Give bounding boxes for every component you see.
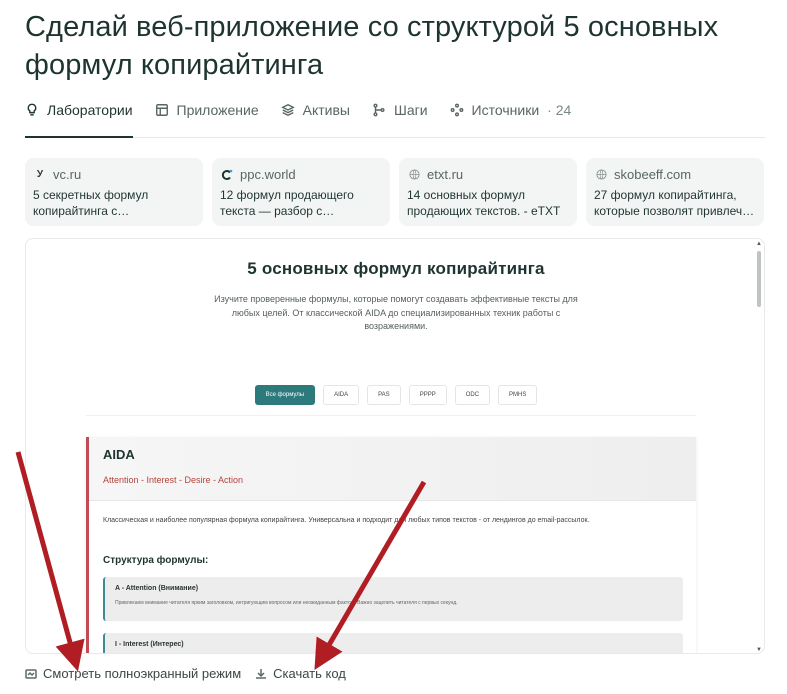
source-site: etxt.ru [427,167,464,182]
bottom-actions: Смотреть полноэкранный режим Скачать код [25,666,346,681]
fullscreen-button[interactable]: Смотреть полноэкранный режим [25,666,241,681]
app-window-icon [155,104,168,116]
preview-subtitle: Изучите проверенные формулы, которые пом… [214,294,578,331]
source-title: 12 формул продающего текста — разбор с… [220,188,354,218]
lightbulb-icon [27,103,37,116]
scroll-up-icon[interactable]: ▲ [756,241,762,247]
formula-card-aida: AIDA Attention - Interest - Desire - Act… [86,437,696,653]
download-label: Скачать код [273,666,346,681]
steps-icon [373,103,385,117]
sources-icon [450,103,463,117]
download-icon [256,668,267,679]
source-title: 14 основных формул продающих текстов. - … [407,188,561,218]
download-code-button[interactable]: Скачать код [255,666,346,681]
source-site: skobeeff.com [614,167,692,182]
vc-logo-icon: У [36,169,44,180]
formula-card-header: AIDA Attention - Interest - Desire - Act… [89,437,696,501]
tab-bar: Лаборатории Приложение Активы Шаги Источ… [25,92,765,138]
globe-icon [407,168,421,182]
source-title: 5 секретных формул копирайтинга с пример… [33,188,149,218]
preview-scrollbar[interactable]: ▲ ▼ [756,241,762,653]
tab-label: Лаборатории [47,102,133,118]
tab-labs[interactable]: Лаборатории [25,92,133,138]
page-title: Сделай веб-приложение со структурой 5 ос… [25,11,719,81]
filter-aida-button[interactable]: AIDA [323,385,360,405]
source-card[interactable]: etxt.ru 14 основных формул продающих тек… [399,158,577,226]
source-card[interactable]: ppc.world 12 формул продающего текста — … [212,158,390,226]
formula-name: AIDA [103,447,135,462]
filter-pmhs-button[interactable]: PMHS [498,385,538,405]
formula-description: Классическая и наиболее популярная форму… [103,517,590,524]
tab-sources[interactable]: Источники · 24 [450,92,572,128]
formula-step: A - Attention (Внимание) Привлекаем вним… [103,577,683,621]
filter-pppp-button[interactable]: PPPP [408,385,447,405]
tab-label: Приложение [176,102,259,118]
fullscreen-icon [25,668,37,679]
filter-odc-button[interactable]: ODC [454,385,491,405]
sources-row: У vc.ru 5 секретных формул копирайтинга … [25,158,765,226]
source-title: 27 формул копирайтинга, которые позволят… [594,188,755,218]
formula-step: I - Interest (Интерес) [103,633,683,653]
step-text: Привлекаем внимание читателя ярким загол… [115,600,458,606]
formula-filters: Все формулы AIDA PAS PPPP ODC PMHS [26,385,764,405]
tab-app[interactable]: Приложение [155,92,259,128]
step-title: I - Interest (Интерес) [115,641,184,648]
app-preview-frame[interactable]: ▲ ▼ 5 основных формул копирайтинга Изучи… [25,238,765,654]
layers-icon [280,103,295,117]
ppc-logo-icon [220,168,234,182]
tab-label: Шаги [394,102,428,118]
preview-title: 5 основных формул копирайтинга [247,259,545,278]
sources-count: · 24 [547,102,572,118]
tab-label: Источники [471,102,540,118]
fullscreen-label: Смотреть полноэкранный режим [43,666,242,681]
globe-icon [594,168,608,182]
divider [86,415,696,416]
source-site: ppc.world [240,167,296,182]
source-card[interactable]: skobeeff.com 27 формул копирайтинга, кот… [586,158,764,226]
step-title: A - Attention (Внимание) [115,585,199,592]
source-site: vc.ru [53,167,82,182]
tab-steps[interactable]: Шаги [372,92,428,128]
filter-pas-button[interactable]: PAS [367,385,401,405]
formula-expansion: Attention - Interest - Desire - Action [103,475,244,485]
tab-label: Активы [302,102,350,118]
source-card[interactable]: У vc.ru 5 секретных формул копирайтинга … [25,158,203,226]
structure-heading: Структура формулы: [103,555,209,566]
filter-all-button[interactable]: Все формулы [254,385,316,405]
scroll-down-icon[interactable]: ▼ [756,647,762,653]
tab-assets[interactable]: Активы [280,92,350,128]
